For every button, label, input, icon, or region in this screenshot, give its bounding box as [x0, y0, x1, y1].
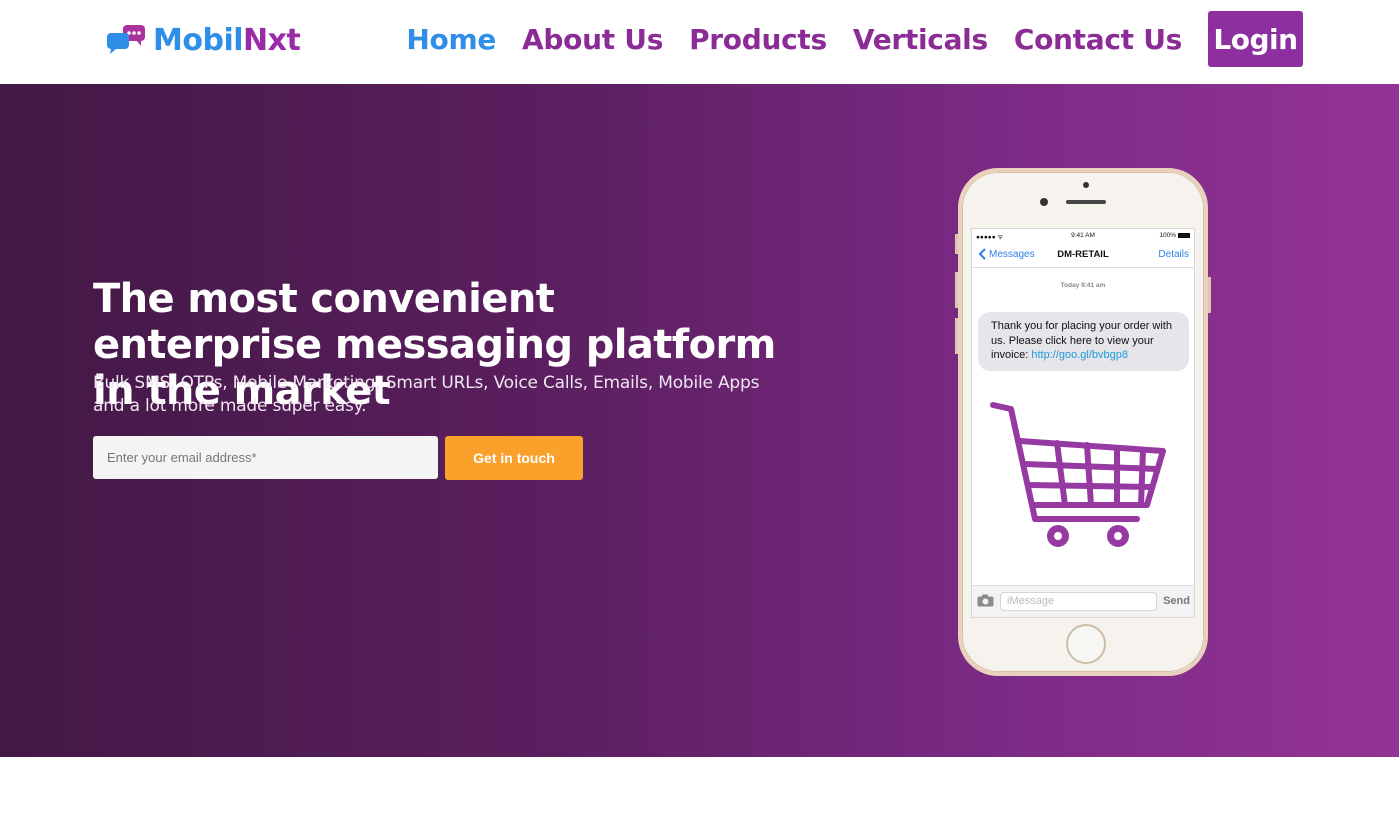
phone-volume-down [955, 318, 958, 354]
nav-verticals[interactable]: Verticals [853, 23, 988, 56]
phone-camera [1083, 182, 1089, 188]
status-bar: ●●●●● ᯤ 9:41 AM 100% [972, 229, 1194, 241]
chat-bubbles-icon [105, 23, 147, 57]
message-input-bar: iMessage Send [972, 585, 1194, 617]
nav-about-us[interactable]: About Us [522, 23, 663, 56]
shopping-cart-icon [987, 399, 1167, 551]
hero-subline: Bulk SMS, OTPs, Mobile Marketing, Smart … [93, 373, 760, 416]
login-button[interactable]: Login [1208, 11, 1303, 67]
brand-logo[interactable]: MobilNxt [105, 20, 301, 60]
phone-speaker [1066, 200, 1106, 204]
battery-percent: 100% [1159, 232, 1176, 239]
phone-mockup: ●●●●● ᯤ 9:41 AM 100% Messages DM-RETAIL … [955, 168, 1211, 676]
phone-screen: ●●●●● ᯤ 9:41 AM 100% Messages DM-RETAIL … [971, 228, 1195, 618]
email-input[interactable] [93, 436, 438, 479]
phone-volume-up [955, 272, 958, 308]
hero-section: The most convenient enterprise messaging… [0, 84, 1399, 757]
camera-icon[interactable] [977, 594, 994, 607]
message-bubble: Thank you for placing your order with us… [978, 312, 1189, 371]
invoice-link[interactable]: http://goo.gl/bvbgp8 [1031, 349, 1128, 361]
messages-nav-bar: Messages DM-RETAIL Details [972, 241, 1194, 268]
phone-power-button [1208, 277, 1211, 313]
brand-name: MobilNxt [153, 22, 301, 58]
battery-icon [1178, 233, 1190, 238]
main-nav: Home About Us Products Verticals Contact… [380, 11, 1303, 67]
nav-contact-us[interactable]: Contact Us [1014, 23, 1182, 56]
phone-mute-switch [955, 234, 958, 254]
nav-home[interactable]: Home [406, 23, 496, 56]
site-header: MobilNxt Home About Us Products Vertical… [0, 0, 1399, 84]
brand-name-part-1: Mobil [153, 22, 244, 58]
phone-home-button [1066, 624, 1106, 664]
phone-sensor [1040, 198, 1048, 206]
message-timestamp: Today 9:41 am [1060, 282, 1106, 289]
send-button[interactable]: Send [1163, 595, 1190, 607]
nav-products[interactable]: Products [689, 23, 827, 56]
get-in-touch-button[interactable]: Get in touch [445, 436, 583, 480]
details-link[interactable]: Details [1158, 249, 1189, 260]
imessage-input[interactable]: iMessage [1000, 592, 1157, 611]
brand-name-part-2: Nxt [243, 22, 301, 58]
